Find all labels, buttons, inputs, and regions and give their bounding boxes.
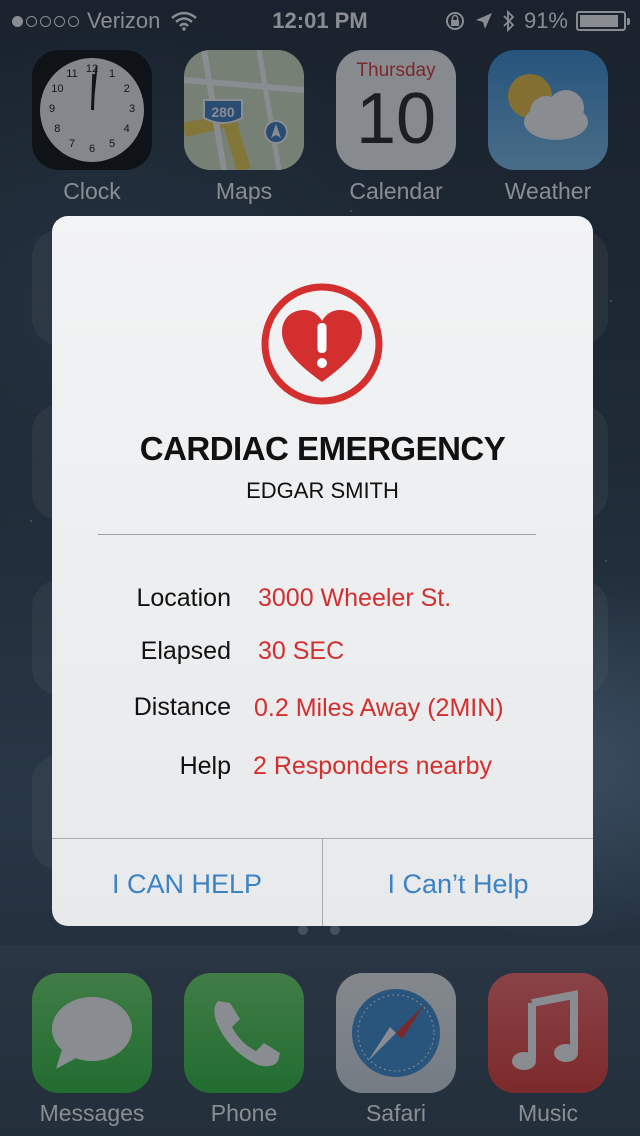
i-cant-help-button[interactable]: I Can’t Help [323, 838, 593, 926]
distance-value: 0.2 Miles Away (2MIN) [254, 694, 504, 722]
elapsed-value: 30 SEC [258, 637, 345, 665]
heart-alert-icon [261, 283, 383, 405]
help-label: Help [179, 752, 231, 780]
distance-label: Distance [133, 693, 231, 721]
elapsed-label: Elapsed [140, 637, 231, 665]
i-can-help-button[interactable]: I CAN HELP [52, 838, 322, 926]
help-value: 2 Responders nearby [253, 752, 493, 780]
alert-title: CARDIAC EMERGENCY [139, 430, 506, 467]
divider [98, 534, 536, 535]
location-value: 3000 Wheeler St. [258, 584, 452, 612]
emergency-alert-dialog: CARDIAC EMERGENCY EDGAR SMITH Location 3… [52, 216, 593, 926]
location-label: Location [136, 584, 231, 612]
patient-name: EDGAR SMITH [246, 478, 399, 503]
